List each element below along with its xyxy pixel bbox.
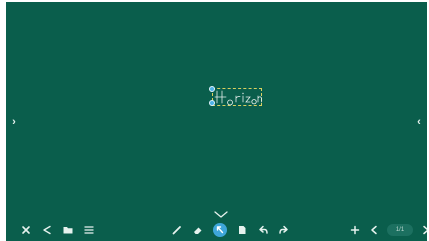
undo-button[interactable] [257,224,269,236]
toolbar-center [171,223,290,237]
folder-button[interactable] [62,224,74,236]
chevron-down-icon[interactable] [214,211,228,219]
toolbar-left [20,223,95,237]
close-icon [22,226,30,234]
share-button[interactable] [41,224,53,236]
select-button[interactable] [213,223,227,237]
handwriting-selection[interactable] [209,86,265,108]
right-panel-toggle[interactable]: ‹ [414,116,424,128]
chevron-left-icon: ‹ [417,115,421,128]
menu-button[interactable] [83,224,95,236]
add-page-button[interactable] [349,224,361,236]
page-indicator: 1/1 [387,224,413,236]
next-page-button[interactable] [420,224,427,236]
page-icon [239,226,246,234]
undo-icon [259,225,268,234]
whiteboard-canvas[interactable]: › ‹ 1/1 [6,2,427,241]
left-panel-toggle[interactable]: › [9,116,19,128]
chevron-right-icon: › [12,115,16,128]
share-icon [43,225,51,235]
pen-button[interactable] [171,224,183,236]
select-icon [216,226,224,234]
eraser-icon [194,227,202,234]
close-button[interactable] [20,224,32,236]
previous-page-icon [371,225,377,235]
next-page-icon [423,225,427,235]
redo-button[interactable] [278,224,290,236]
add-page-icon [350,225,360,235]
folder-icon [63,227,73,234]
toolbar-right: 1/1 [349,223,427,237]
eraser-button[interactable] [192,224,204,236]
pen-icon [172,226,181,235]
redo-icon [279,225,288,234]
menu-icon [84,226,94,234]
page-button[interactable] [236,224,248,236]
previous-page-button[interactable] [368,224,380,236]
handwriting-ink [214,90,262,106]
